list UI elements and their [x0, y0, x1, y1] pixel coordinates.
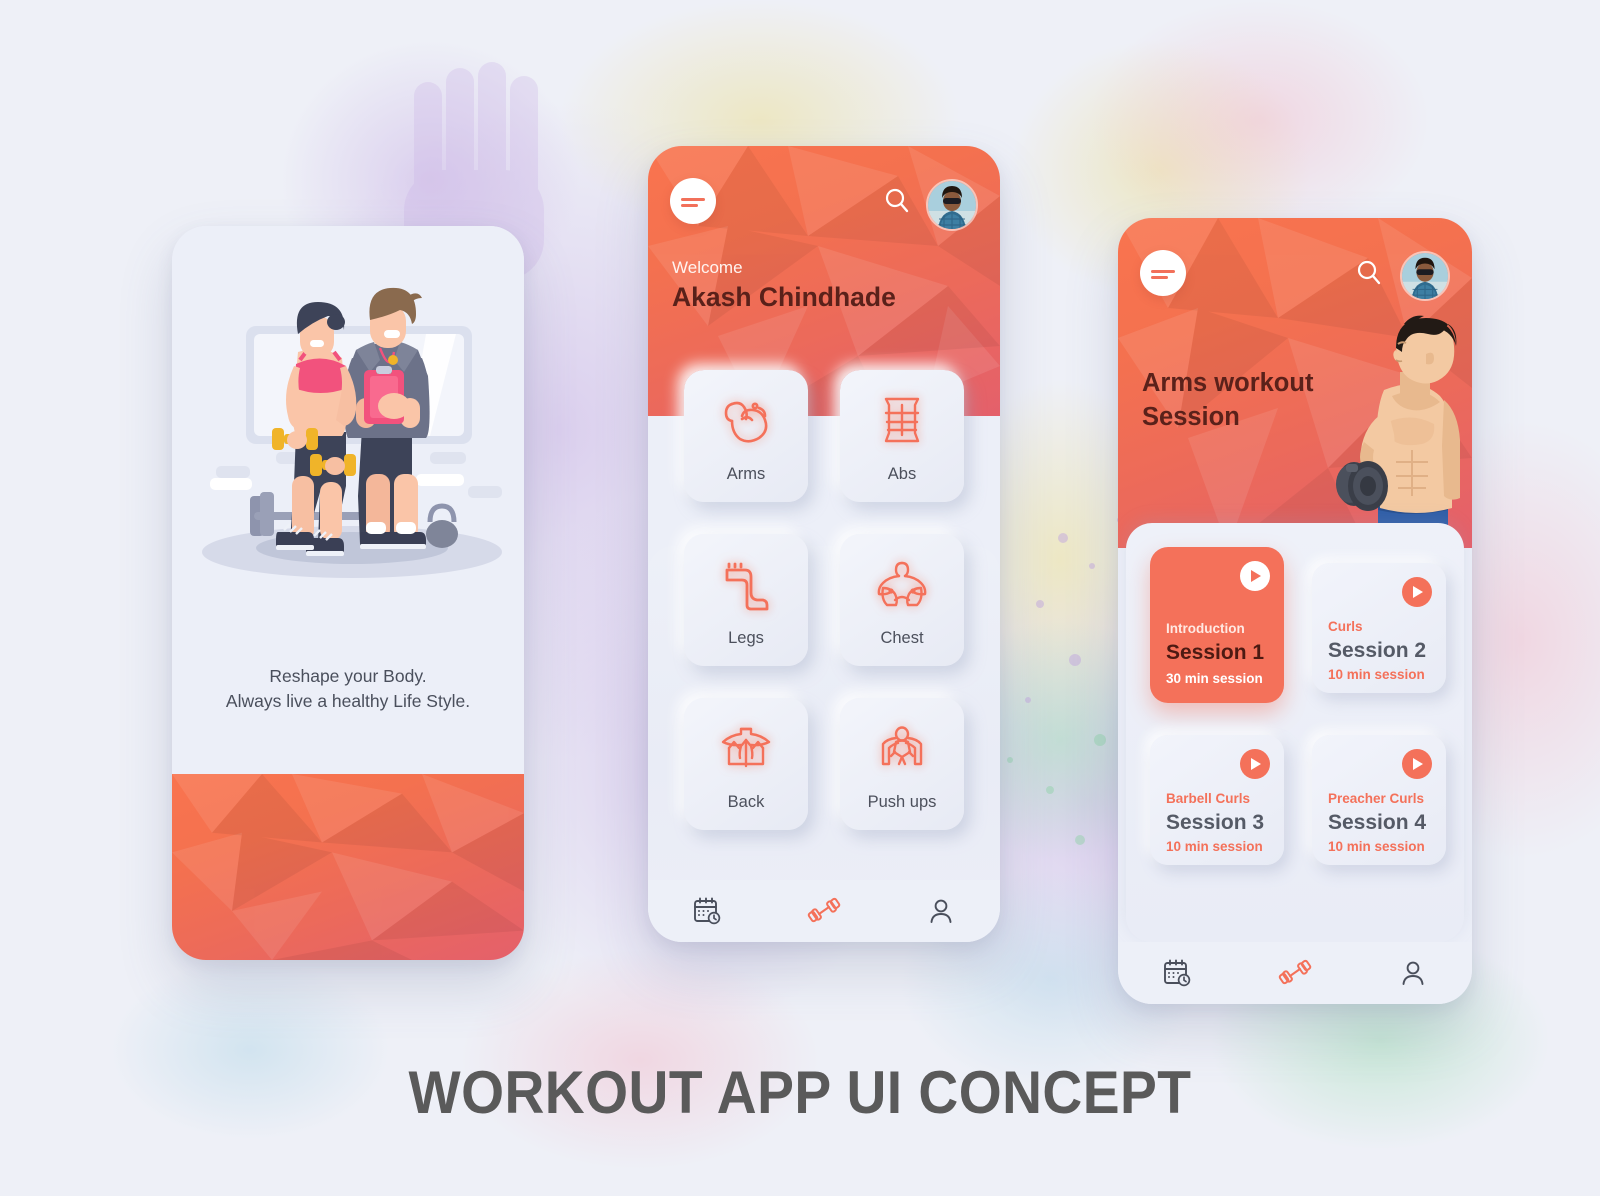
dumbbell-icon [807, 897, 841, 923]
avatar-photo [928, 181, 976, 229]
phone-screen-sessions: Arms workout Session Introduction Sessio… [1118, 218, 1472, 1004]
search-glyph [885, 188, 909, 213]
hamburger-menu-button[interactable] [1140, 250, 1186, 296]
avatar[interactable] [1400, 251, 1450, 301]
search-icon[interactable] [882, 186, 912, 221]
session-title: Session 4 [1328, 811, 1427, 834]
legs-glyph [725, 562, 769, 611]
onboarding-orange-panel: Get Started Already Member? Login [172, 774, 524, 960]
nav-item-profile[interactable] [913, 888, 969, 934]
sessions-topbar [1118, 250, 1472, 302]
play-button[interactable] [1240, 749, 1270, 779]
person-icon [930, 899, 952, 923]
session-card-1[interactable]: Introduction Session 1 30 min session [1150, 547, 1284, 703]
app-mockup-canvas: Reshape your Body. Always live a healthy… [0, 0, 1600, 1196]
session-card-3[interactable]: Barbell Curls Session 3 10 min session [1150, 735, 1284, 865]
biceps-glyph [724, 401, 768, 443]
biceps-icon [684, 390, 808, 452]
page-title: Arms workout Session [1142, 366, 1313, 434]
calendar-clock-icon [1164, 959, 1191, 987]
category-label: Abs [887, 465, 917, 483]
category-card-back[interactable]: Back [684, 698, 808, 830]
phone-screen-onboarding: Reshape your Body. Always live a healthy… [172, 226, 524, 960]
orange-polygon-backdrop [172, 774, 524, 960]
category-card-pushups[interactable]: Push ups [840, 698, 964, 830]
search-glyph [1357, 260, 1381, 285]
play-button[interactable] [1240, 561, 1270, 591]
session-duration: 10 min session [1328, 667, 1425, 682]
fitness-couple-illustration [202, 287, 502, 578]
session-subtitle: Preacher Curls [1328, 791, 1425, 806]
calendar-clock-icon [693, 897, 720, 925]
pushups-icon [840, 718, 964, 780]
poly-texture [172, 774, 524, 960]
welcome-label: Welcome [672, 258, 743, 277]
session-duration: 10 min session [1166, 839, 1263, 854]
category-card-legs[interactable]: Legs [684, 534, 808, 666]
session-title: Session 2 [1328, 639, 1427, 662]
chest-icon [840, 554, 964, 616]
back-icon [684, 718, 808, 780]
pushups-glyph [881, 726, 923, 766]
nav-item-schedule[interactable] [1149, 950, 1205, 996]
legs-icon [684, 554, 808, 616]
dumbbell-icon [1278, 959, 1312, 985]
back-glyph [721, 727, 771, 768]
chest-glyph [877, 561, 927, 607]
category-card-arms[interactable]: Arms [684, 370, 808, 502]
avatar[interactable] [926, 179, 978, 231]
nav-item-workout[interactable] [1267, 950, 1323, 996]
dumbbell-curl-athlete-illustration [1336, 315, 1460, 548]
session-subtitle: Introduction [1166, 621, 1245, 636]
home-bottom-nav [648, 880, 1000, 942]
phone-screen-home: Welcome Akash Chindhade Arms Abs Legs Ch… [648, 146, 1000, 942]
session-card-2[interactable]: Curls Session 2 10 min session [1312, 563, 1446, 693]
search-icon[interactable] [1354, 258, 1384, 293]
nav-item-profile[interactable] [1385, 950, 1441, 996]
person-icon [1402, 961, 1424, 985]
category-label: Arms [726, 465, 766, 483]
session-subtitle: Curls [1328, 619, 1363, 634]
nav-item-workout[interactable] [796, 888, 852, 934]
concept-caption: WORKOUT APP UI CONCEPT [408, 1059, 1192, 1126]
category-label: Legs [728, 629, 764, 647]
play-button[interactable] [1402, 577, 1432, 607]
session-card-4[interactable]: Preacher Curls Session 4 10 min session [1312, 735, 1446, 865]
sessions-bottom-nav [1118, 942, 1472, 1004]
tagline-line-1: Reshape your Body. [269, 666, 427, 686]
category-card-chest[interactable]: Chest [840, 534, 964, 666]
page-title-line-1: Arms workout [1142, 369, 1314, 397]
sessions-content-panel: Introduction Session 1 30 min session Cu… [1126, 523, 1464, 942]
user-name: Akash Chindhade [672, 282, 896, 312]
page-title-line-2: Session [1142, 403, 1240, 431]
sessions-header: Arms workout Session [1118, 218, 1472, 548]
category-card-abs[interactable]: Abs [840, 370, 964, 502]
onboarding-tagline: Reshape your Body. Always live a healthy… [172, 664, 524, 714]
category-label: Back [727, 793, 765, 811]
home-topbar [648, 178, 1000, 231]
session-title: Session 3 [1166, 811, 1265, 834]
nav-item-schedule[interactable] [679, 888, 735, 934]
abs-glyph [884, 397, 920, 443]
session-title: Session 1 [1166, 641, 1265, 664]
play-button[interactable] [1402, 749, 1432, 779]
category-label: Chest [880, 629, 924, 647]
category-label: Push ups [867, 793, 937, 811]
abs-icon [840, 390, 964, 452]
hamburger-menu-button[interactable] [670, 178, 716, 224]
avatar-photo [1402, 253, 1448, 299]
tagline-line-2: Always live a healthy Life Style. [225, 691, 471, 711]
session-duration: 10 min session [1328, 839, 1425, 854]
session-duration: 30 min session [1166, 671, 1263, 686]
session-subtitle: Barbell Curls [1166, 791, 1251, 806]
